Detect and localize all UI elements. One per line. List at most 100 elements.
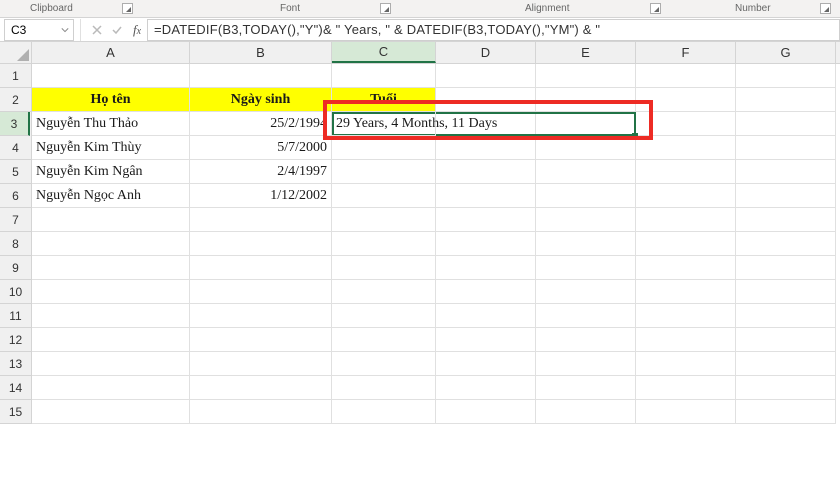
cell-A8[interactable] [32, 232, 190, 256]
cell-C4[interactable] [332, 136, 436, 160]
cell-G8[interactable] [736, 232, 836, 256]
cell-A11[interactable] [32, 304, 190, 328]
cell-C7[interactable] [332, 208, 436, 232]
cell-D10[interactable] [436, 280, 536, 304]
cell-A9[interactable] [32, 256, 190, 280]
row-header-10[interactable]: 10 [0, 280, 31, 304]
cell-B3[interactable]: 25/2/1994 [190, 112, 332, 136]
cell-grid[interactable]: Họ tênNgày sinhTuổiNguyễn Thu Thảo25/2/1… [32, 64, 836, 424]
cell-A10[interactable] [32, 280, 190, 304]
cell-F1[interactable] [636, 64, 736, 88]
cell-E11[interactable] [536, 304, 636, 328]
cell-A5[interactable]: Nguyễn Kim Ngân [32, 160, 190, 184]
cell-B2[interactable]: Ngày sinh [190, 88, 332, 112]
cell-G7[interactable] [736, 208, 836, 232]
cell-D5[interactable] [436, 160, 536, 184]
cell-C11[interactable] [332, 304, 436, 328]
cell-D11[interactable] [436, 304, 536, 328]
cell-F9[interactable] [636, 256, 736, 280]
cell-E5[interactable] [536, 160, 636, 184]
cell-C5[interactable] [332, 160, 436, 184]
row-header-12[interactable]: 12 [0, 328, 31, 352]
cell-G5[interactable] [736, 160, 836, 184]
cell-B1[interactable] [190, 64, 332, 88]
cell-A14[interactable] [32, 376, 190, 400]
cell-E4[interactable] [536, 136, 636, 160]
cell-E10[interactable] [536, 280, 636, 304]
cell-G6[interactable] [736, 184, 836, 208]
cell-C9[interactable] [332, 256, 436, 280]
cell-D7[interactable] [436, 208, 536, 232]
cell-B5[interactable]: 2/4/1997 [190, 160, 332, 184]
cell-D1[interactable] [436, 64, 536, 88]
dialog-launcher-font[interactable] [380, 3, 391, 14]
cell-D4[interactable] [436, 136, 536, 160]
formula-input[interactable]: =DATEDIF(B3,TODAY(),"Y")& " Years, " & D… [147, 19, 840, 41]
cell-E12[interactable] [536, 328, 636, 352]
cell-E13[interactable] [536, 352, 636, 376]
cell-B7[interactable] [190, 208, 332, 232]
column-header-f[interactable]: F [636, 42, 736, 63]
row-header-5[interactable]: 5 [0, 160, 31, 184]
cell-G4[interactable] [736, 136, 836, 160]
cell-E6[interactable] [536, 184, 636, 208]
cell-A4[interactable]: Nguyễn Kim Thùy [32, 136, 190, 160]
enter-formula-button[interactable] [107, 19, 127, 41]
cell-E8[interactable] [536, 232, 636, 256]
row-header-6[interactable]: 6 [0, 184, 31, 208]
cell-F6[interactable] [636, 184, 736, 208]
cell-A12[interactable] [32, 328, 190, 352]
cell-B8[interactable] [190, 232, 332, 256]
cell-E3[interactable] [536, 112, 636, 136]
cell-B14[interactable] [190, 376, 332, 400]
cell-E1[interactable] [536, 64, 636, 88]
dialog-launcher-clipboard[interactable] [122, 3, 133, 14]
row-header-8[interactable]: 8 [0, 232, 31, 256]
cell-C15[interactable] [332, 400, 436, 424]
cell-D12[interactable] [436, 328, 536, 352]
cell-A2[interactable]: Họ tên [32, 88, 190, 112]
column-header-a[interactable]: A [32, 42, 190, 63]
cell-D8[interactable] [436, 232, 536, 256]
cell-C14[interactable] [332, 376, 436, 400]
cell-C1[interactable] [332, 64, 436, 88]
cell-A1[interactable] [32, 64, 190, 88]
cell-A7[interactable] [32, 208, 190, 232]
column-header-b[interactable]: B [190, 42, 332, 63]
row-header-15[interactable]: 15 [0, 400, 31, 424]
cell-A3[interactable]: Nguyễn Thu Thảo [32, 112, 190, 136]
cell-F12[interactable] [636, 328, 736, 352]
cell-C8[interactable] [332, 232, 436, 256]
dialog-launcher-alignment[interactable] [650, 3, 661, 14]
cell-G3[interactable] [736, 112, 836, 136]
cell-G1[interactable] [736, 64, 836, 88]
cell-B9[interactable] [190, 256, 332, 280]
cell-F11[interactable] [636, 304, 736, 328]
cell-G12[interactable] [736, 328, 836, 352]
cell-F15[interactable] [636, 400, 736, 424]
row-header-9[interactable]: 9 [0, 256, 31, 280]
insert-function-button[interactable]: fx [127, 19, 147, 41]
cell-E7[interactable] [536, 208, 636, 232]
cell-B6[interactable]: 1/12/2002 [190, 184, 332, 208]
cell-A13[interactable] [32, 352, 190, 376]
column-header-e[interactable]: E [536, 42, 636, 63]
cell-B13[interactable] [190, 352, 332, 376]
cell-D6[interactable] [436, 184, 536, 208]
cell-D9[interactable] [436, 256, 536, 280]
row-header-14[interactable]: 14 [0, 376, 31, 400]
row-header-13[interactable]: 13 [0, 352, 31, 376]
row-header-2[interactable]: 2 [0, 88, 31, 112]
cell-D15[interactable] [436, 400, 536, 424]
row-header-1[interactable]: 1 [0, 64, 31, 88]
row-header-11[interactable]: 11 [0, 304, 31, 328]
cell-F4[interactable] [636, 136, 736, 160]
cell-B15[interactable] [190, 400, 332, 424]
cell-C10[interactable] [332, 280, 436, 304]
column-header-g[interactable]: G [736, 42, 836, 63]
cell-D14[interactable] [436, 376, 536, 400]
cell-A6[interactable]: Nguyễn Ngọc Anh [32, 184, 190, 208]
column-header-d[interactable]: D [436, 42, 536, 63]
row-header-3[interactable]: 3 [0, 112, 30, 136]
cell-C3[interactable]: 29 Years, 4 Months, 11 Days [332, 112, 436, 136]
